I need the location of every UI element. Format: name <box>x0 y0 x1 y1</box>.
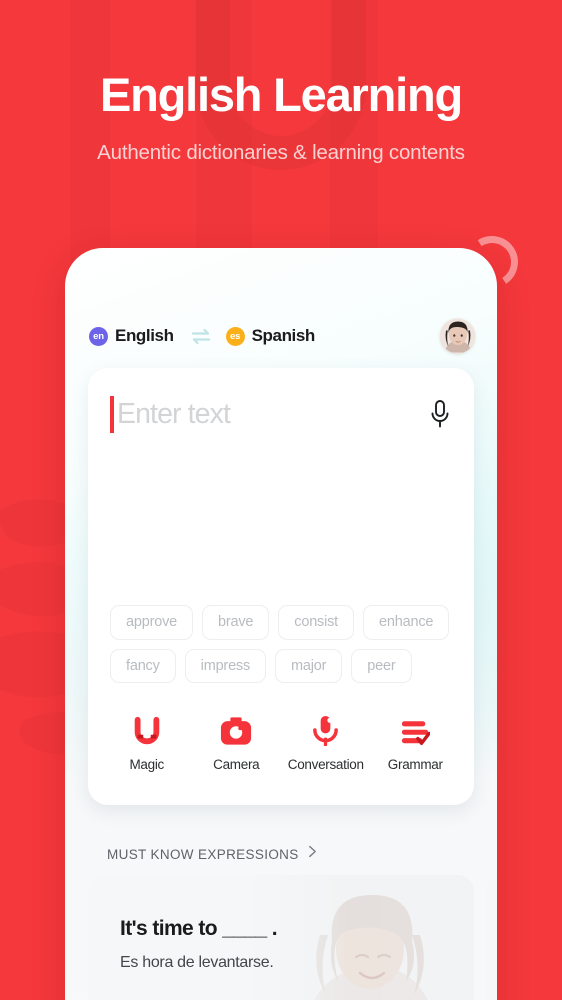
source-language-selector[interactable]: en English <box>89 326 174 346</box>
section-title: MUST KNOW EXPRESSIONS <box>107 846 299 862</box>
magic-button[interactable]: Magic <box>102 713 192 772</box>
page-subtitle: Authentic dictionaries & learning conten… <box>97 141 465 165</box>
word-chip[interactable]: fancy <box>110 648 176 683</box>
hero-header: English Learning Authentic dictionaries … <box>0 70 562 165</box>
text-entry-row[interactable]: Enter text <box>88 368 474 460</box>
app-store-screenshot: English Learning Authentic dictionaries … <box>0 0 562 1000</box>
suggested-words-list: approve brave consist enhance fancy impr… <box>110 605 456 683</box>
camera-label: Camera <box>213 757 260 772</box>
camera-button[interactable]: Camera <box>192 713 282 772</box>
word-chip[interactable]: major <box>275 648 343 683</box>
microphone-icon[interactable] <box>426 398 454 430</box>
chevron-right-icon[interactable] <box>308 845 317 863</box>
magic-u-icon <box>132 713 162 746</box>
word-chip[interactable]: peer <box>351 648 412 683</box>
text-cursor <box>110 395 114 433</box>
search-input[interactable]: Enter text <box>117 398 426 431</box>
app-preview-card: en English es Spanish Enter text approve… <box>65 248 497 1000</box>
translator-input-card: Enter text approve brave consist enhance… <box>88 368 474 805</box>
target-language-selector[interactable]: es Spanish <box>225 326 316 346</box>
word-chip[interactable]: consist <box>278 605 355 640</box>
grammar-button[interactable]: Grammar <box>371 713 461 772</box>
word-chip[interactable]: impress <box>184 648 267 683</box>
word-chip[interactable]: brave <box>202 605 270 640</box>
grammar-check-icon <box>400 713 431 746</box>
avatar[interactable] <box>440 318 475 354</box>
quick-actions-row: Magic Camera Conversation Grammar <box>88 713 474 772</box>
target-language-badge-icon: es <box>225 326 245 346</box>
expression-text: It's time to ____ . Es hora de levantars… <box>120 917 278 972</box>
expression-card-next[interactable] <box>486 875 497 1000</box>
expression-photo <box>244 875 474 1000</box>
conversation-mic-icon <box>311 713 340 746</box>
expression-english: It's time to ____ . <box>120 917 278 940</box>
expressions-carousel[interactable]: It's time to ____ . Es hora de levantars… <box>88 875 497 1000</box>
language-selector-bar: en English es Spanish <box>65 314 497 358</box>
conversation-button[interactable]: Conversation <box>281 713 371 772</box>
expression-spanish: Es hora de levantarse. <box>120 954 274 971</box>
source-language-label: English <box>115 326 174 345</box>
word-chip[interactable]: approve <box>110 605 193 640</box>
expression-card[interactable]: It's time to ____ . Es hora de levantars… <box>88 875 474 1000</box>
magic-label: Magic <box>129 757 164 772</box>
camera-icon <box>220 713 252 746</box>
target-language-label: Spanish <box>251 326 316 345</box>
must-know-section-header[interactable]: MUST KNOW EXPRESSIONS <box>107 845 317 863</box>
source-language-badge-icon: en <box>89 326 108 346</box>
swap-horizontal-icon[interactable] <box>190 327 210 345</box>
conversation-label: Conversation <box>287 757 364 772</box>
page-title: English Learning <box>99 68 463 121</box>
grammar-label: Grammar <box>387 757 443 772</box>
word-chip[interactable]: enhance <box>363 605 450 640</box>
